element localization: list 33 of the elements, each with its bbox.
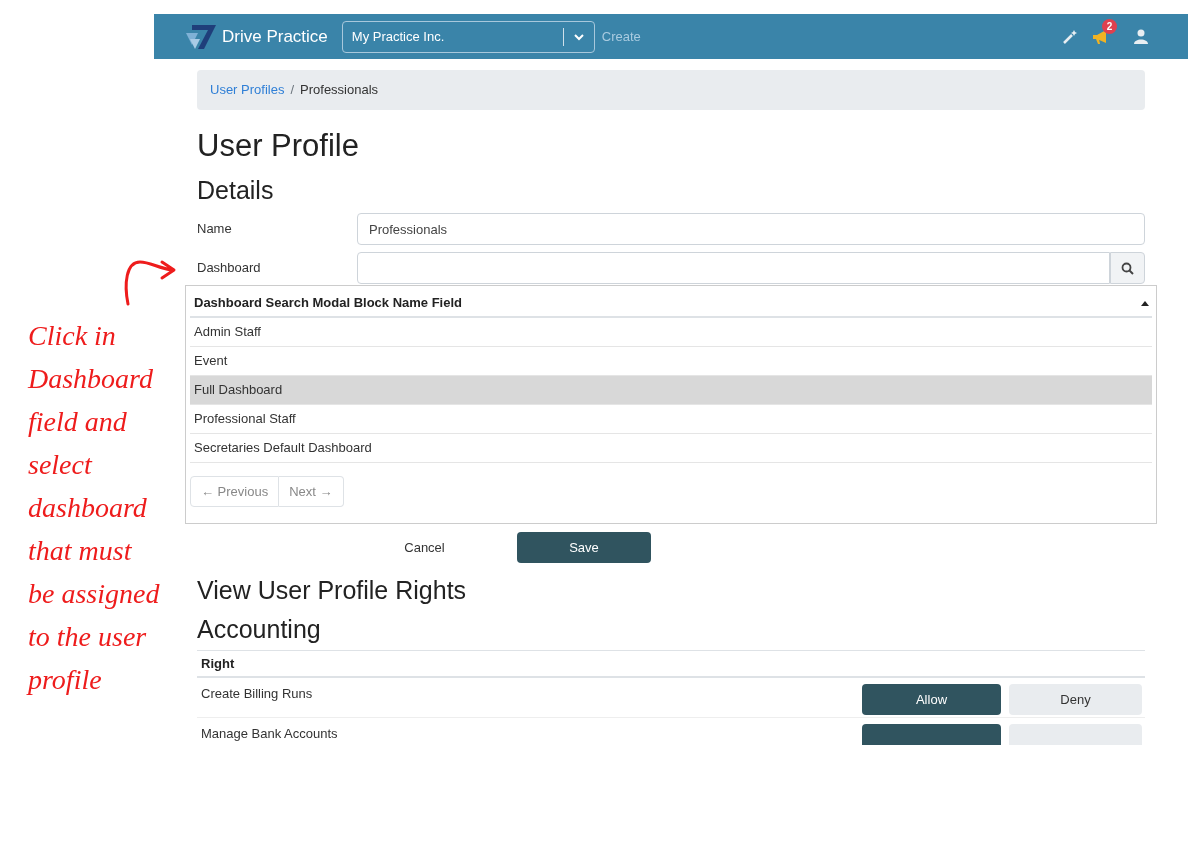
save-button[interactable]: Save bbox=[517, 532, 651, 563]
dashboard-option[interactable]: Full Dashboard bbox=[190, 376, 1152, 405]
practice-select[interactable]: My Practice Inc. bbox=[341, 20, 595, 53]
section-heading: Accounting bbox=[197, 614, 322, 645]
logo-icon bbox=[184, 22, 218, 51]
sort-up-icon[interactable] bbox=[1141, 300, 1149, 306]
right-name: Create Billing Runs bbox=[201, 685, 314, 703]
breadcrumb-current: Professionals bbox=[300, 81, 379, 100]
deny-button[interactable]: Deny bbox=[1009, 684, 1142, 715]
search-icon bbox=[1121, 261, 1134, 275]
previous-button[interactable]: ← Previous bbox=[190, 476, 280, 507]
notification-badge: 2 bbox=[1102, 18, 1117, 34]
annotation-note: Click in Dashboard field and select dashboard that must be assigned to the user profile bbox=[28, 319, 161, 697]
cancel-button[interactable]: Cancel bbox=[367, 532, 482, 563]
page-title: User Profile bbox=[197, 127, 360, 165]
brand-name: Drive Practice bbox=[222, 25, 328, 48]
field-label: Dashboard bbox=[197, 259, 262, 278]
next-button[interactable]: Next → bbox=[279, 476, 344, 507]
section-heading: View User Profile Rights bbox=[197, 575, 468, 606]
field-label: Name bbox=[197, 220, 233, 239]
name-field[interactable]: Professionals bbox=[357, 213, 1145, 245]
dashboard-field[interactable] bbox=[357, 252, 1110, 284]
magic-wand-icon[interactable] bbox=[1062, 28, 1078, 45]
right-name: Manage Bank Accounts bbox=[201, 725, 339, 743]
chevron-down-icon bbox=[572, 32, 585, 41]
section-heading: Details bbox=[197, 175, 275, 206]
breadcrumb-link[interactable]: User Profiles bbox=[210, 80, 285, 100]
column-header: Right bbox=[201, 654, 235, 673]
allow-button[interactable]: Allow bbox=[862, 684, 1001, 715]
column-header[interactable]: Dashboard Search Modal Block Name Field bbox=[194, 293, 1141, 313]
breadcrumb-separator: / bbox=[289, 81, 296, 100]
user-icon[interactable] bbox=[1134, 29, 1148, 44]
search-button[interactable] bbox=[1110, 252, 1145, 284]
